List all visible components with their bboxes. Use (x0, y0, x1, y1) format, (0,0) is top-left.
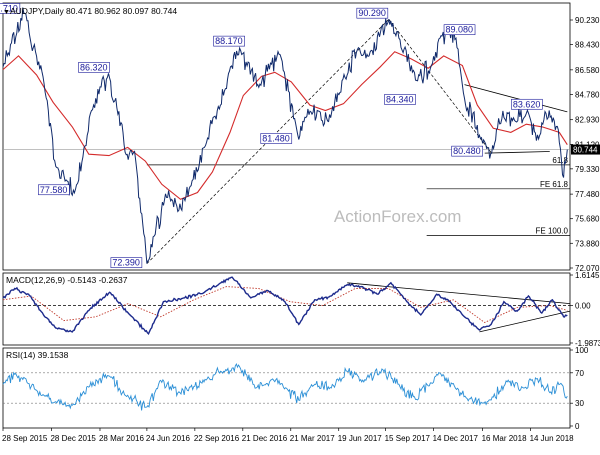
macd-y-tick-label: 0.00 (575, 301, 591, 310)
rsi-y-tick-label: 100 (575, 346, 589, 355)
rsi-title: RSI(14) 39.1538 (6, 350, 69, 360)
x-tick-label: 22 Sep 2016 (194, 434, 240, 443)
x-tick-label: 24 Jun 2016 (146, 434, 191, 443)
price-y-tick-label: 84.780 (575, 90, 600, 99)
x-tick-label: 21 Mar 2017 (290, 434, 335, 443)
chart-title-arrow: ▼ (3, 9, 10, 16)
price-label: 80.480 (453, 146, 481, 156)
price-y-tick-label: 86.580 (575, 66, 600, 75)
price-label: 84.340 (386, 94, 414, 104)
x-tick-label: 28 Sep 2015 (2, 434, 48, 443)
watermark: ActionForex.com (334, 207, 462, 226)
price-y-tick-label: 88.430 (575, 41, 600, 50)
x-tick-label: 14 Dec 2017 (433, 434, 479, 443)
x-tick-label: 21 Dec 2016 (242, 434, 288, 443)
price-label: 89.080 (446, 25, 474, 35)
chart-canvas: ActionForex.com61.8FE 61.8FE 100.0 90.23… (0, 0, 600, 450)
macd-y-tick-label: 1.6145 (575, 271, 600, 280)
rsi-y-tick-label: 70 (575, 369, 584, 378)
x-tick-label: 28 Dec 2015 (50, 434, 96, 443)
price-y-tick-label: 75.680 (575, 215, 600, 224)
price-label: 86.320 (80, 62, 108, 72)
price-y-tick-label: 82.930 (575, 116, 600, 125)
forex-chart: ActionForex.com 61.8 FE 61.8 FE 100.0 90.23… (0, 0, 600, 450)
x-tick-label: 16 Mar 2018 (482, 434, 527, 443)
x-tick-label: 15 Sep 2017 (385, 434, 431, 443)
price-y-tick-label: 90.230 (575, 16, 600, 25)
price-y-tick-label: 77.480 (575, 190, 600, 199)
fib-level-label: FE 100.0 (536, 226, 569, 235)
price-label: 90.290 (358, 8, 386, 18)
x-tick-label: 14 Jun 2018 (530, 434, 575, 443)
price-y-tick-label: 73.880 (575, 239, 600, 248)
rsi-y-tick-label: 0 (575, 422, 580, 431)
macd-title: MACD(12,26,9) -0.5143 -0.2637 (6, 275, 128, 285)
price-label: 77.580 (40, 185, 68, 195)
price-y-tick-label: 79.330 (575, 165, 600, 174)
fib-level-label: FE 61.8 (540, 180, 569, 189)
chart-title: AUDJPY,Daily 80.471 80.962 80.097 80.744 (10, 6, 177, 16)
current-price-value: 80.744 (573, 146, 598, 155)
x-tick-label: 19 Jun 2017 (338, 434, 383, 443)
x-tick-label: 28 Mar 2016 (99, 434, 144, 443)
price-label: 83.620 (513, 99, 541, 109)
price-label: 88.170 (215, 36, 243, 46)
rsi-y-tick-label: 30 (575, 399, 584, 408)
price-label: 72.390 (112, 258, 140, 268)
price-label: 81.480 (262, 133, 290, 143)
